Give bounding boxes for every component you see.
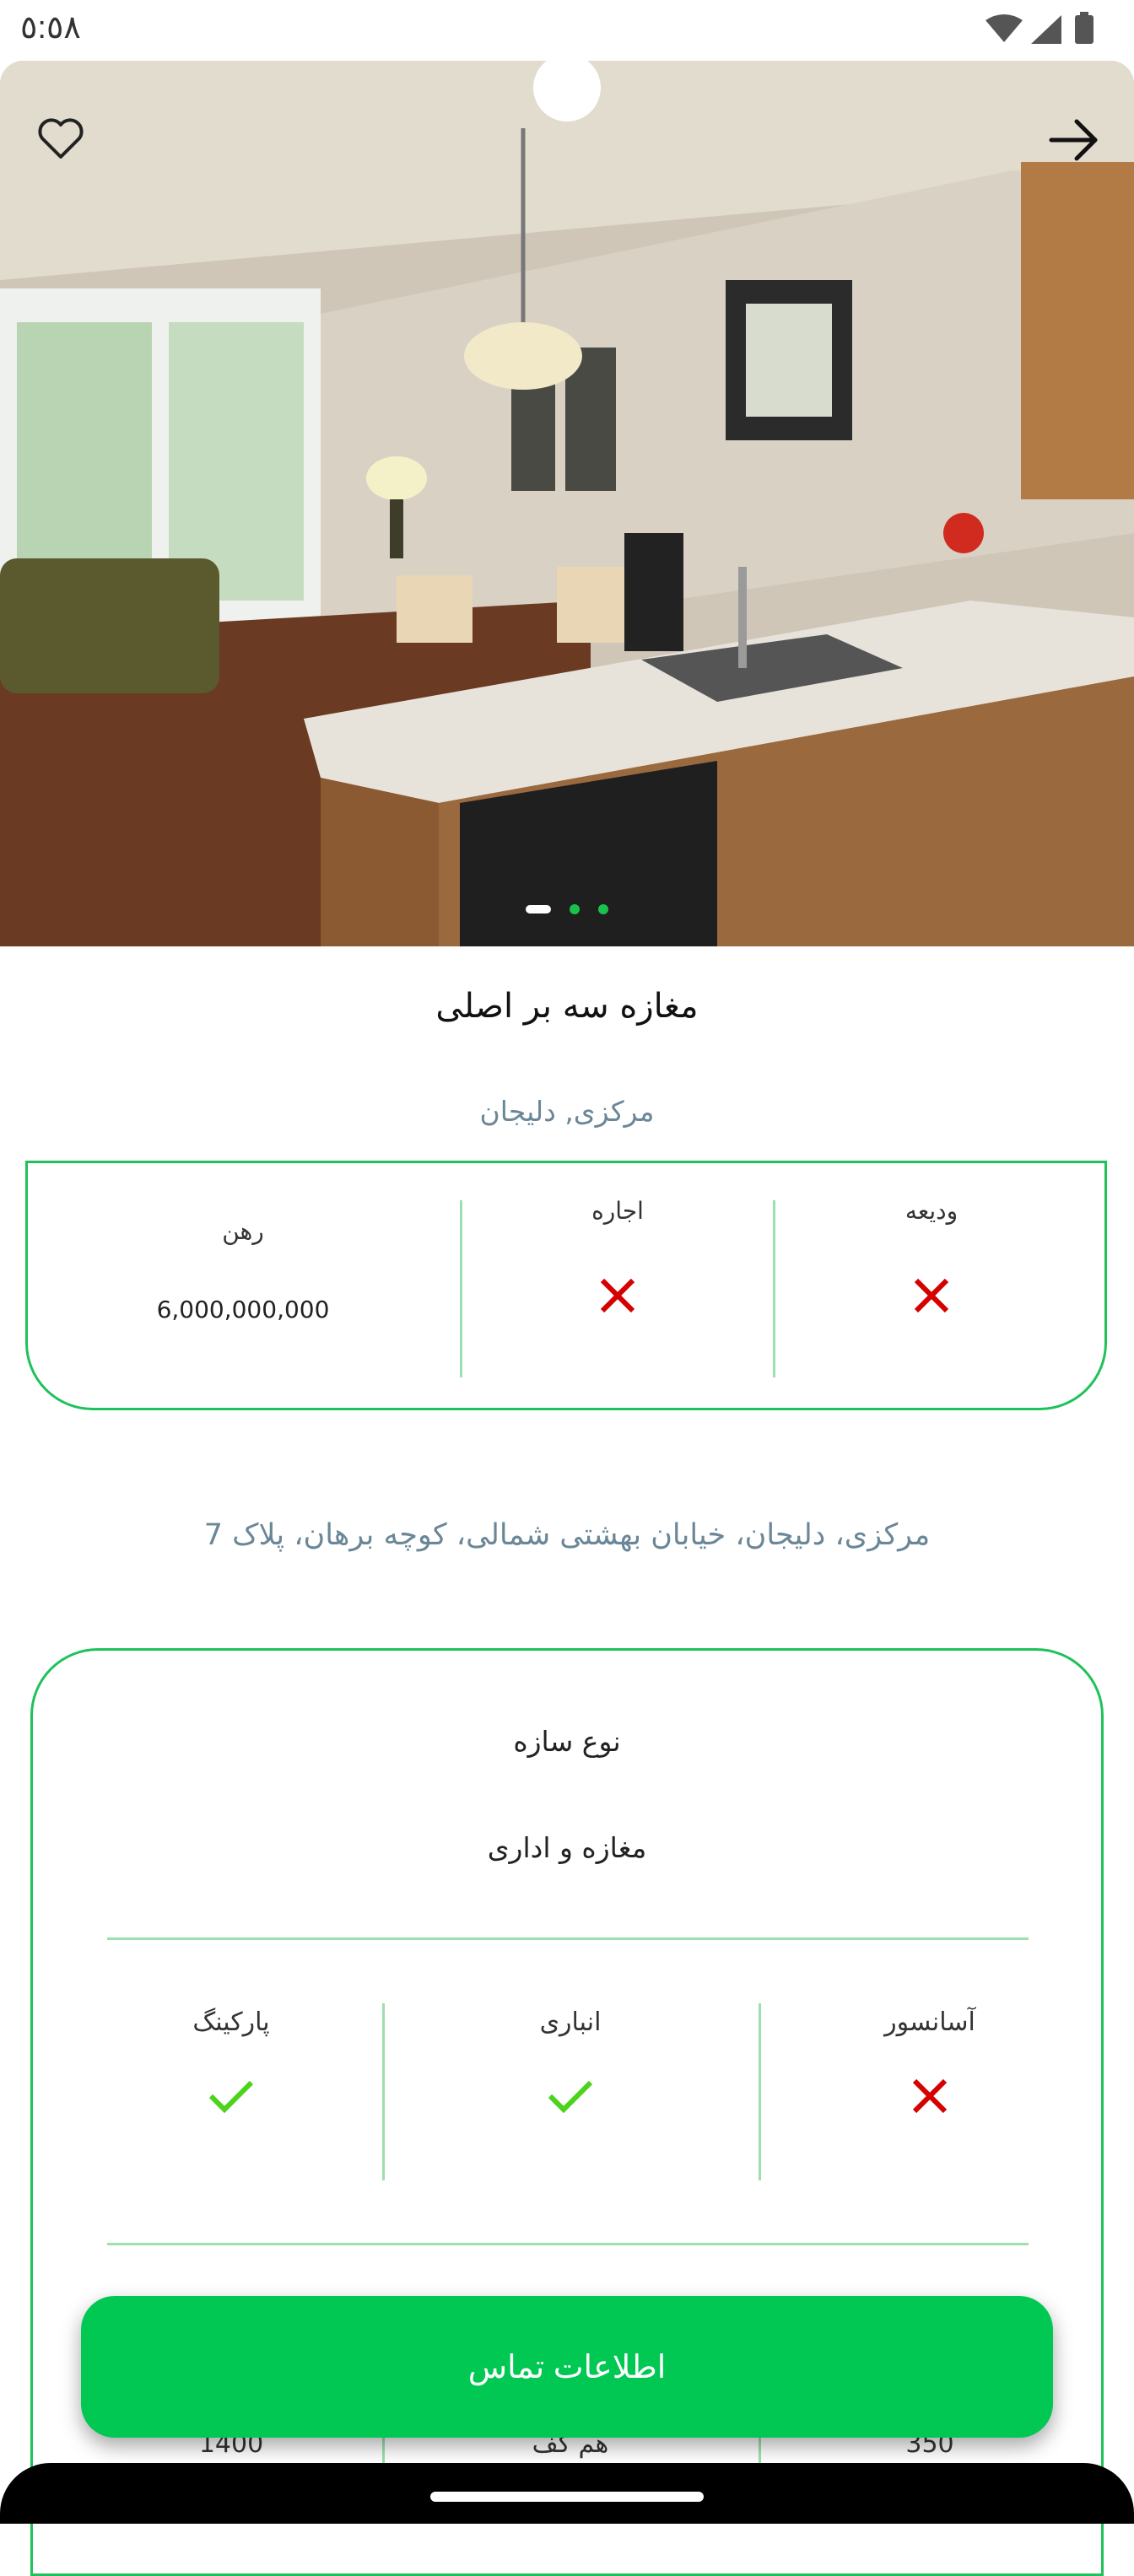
photo-gallery[interactable] xyxy=(0,61,1134,946)
feature-label: پارکینگ xyxy=(192,2007,270,2037)
close-icon xyxy=(600,1278,635,1313)
status-bar: ٥:٥٨ xyxy=(0,0,1134,61)
listing-location: مرکزی, دلیجان xyxy=(479,1095,655,1128)
price-mortgage: رهن 6,000,000,000 xyxy=(28,1217,458,1394)
structure-value: مغازه و اداری xyxy=(487,1831,647,1864)
rent-label: اجاره xyxy=(591,1197,644,1225)
feature-parking: پارکینگ xyxy=(62,2007,400,2126)
pagination-dot[interactable] xyxy=(598,904,608,914)
gallery-pagination xyxy=(0,904,1134,914)
check-icon xyxy=(548,2080,593,2114)
contact-info-button[interactable]: اطلاعات تماس xyxy=(81,2296,1053,2438)
close-icon xyxy=(914,1278,949,1313)
mortgage-label: رهن xyxy=(222,1217,264,1245)
listing-address: مرکزی، دلیجان، خیابان بهشتی شمالی، کوچه … xyxy=(203,1518,931,1552)
listing-title: مغازه سه بر اصلی xyxy=(435,987,699,1026)
deposit-label: ودیعه xyxy=(904,1197,958,1225)
mortgage-value: 6,000,000,000 xyxy=(156,1296,330,1323)
feature-elevator: آسانسور xyxy=(761,2007,1099,2126)
feature-label: آسانسور xyxy=(884,2007,975,2037)
status-icons xyxy=(986,12,1094,44)
pagination-dot-active[interactable] xyxy=(526,905,551,913)
divider xyxy=(107,2243,1029,2245)
navigation-bar xyxy=(0,2463,1134,2524)
feature-label: انباری xyxy=(539,2007,602,2037)
feature-storage: انباری xyxy=(385,2007,756,2126)
price-card: رهن 6,000,000,000 اجاره ودیعه xyxy=(25,1161,1107,1410)
price-rent: اجاره xyxy=(462,1197,773,1374)
price-deposit: ودیعه xyxy=(775,1197,1088,1374)
apartment-photo xyxy=(0,61,1134,946)
check-icon xyxy=(208,2080,254,2114)
home-indicator[interactable] xyxy=(430,2492,704,2502)
signal-icon xyxy=(1031,15,1061,44)
divider xyxy=(107,1937,1029,1940)
arrow-right-icon[interactable] xyxy=(1043,110,1104,170)
close-icon xyxy=(912,2078,948,2114)
status-time: ٥:٥٨ xyxy=(20,10,81,46)
battery-icon xyxy=(1075,15,1094,44)
pagination-dot[interactable] xyxy=(570,904,580,914)
structure-label: نوع سازه xyxy=(513,1725,621,1758)
wifi-icon xyxy=(986,14,1023,42)
heart-outline-icon[interactable] xyxy=(34,111,88,165)
